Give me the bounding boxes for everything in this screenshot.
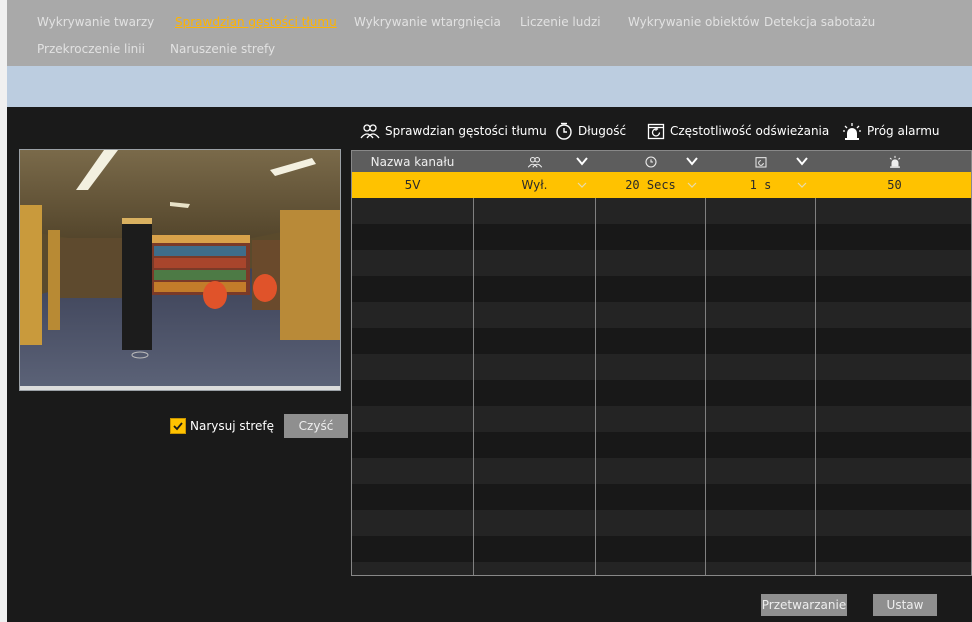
cell-crowd-select[interactable]: Wył. [474, 172, 595, 198]
camera-frame-image [20, 150, 340, 390]
header-channel-name: Nazwa kanału [370, 154, 455, 169]
table-row [352, 484, 971, 510]
table-row [352, 354, 971, 380]
set-button[interactable]: Ustaw [873, 594, 937, 616]
refresh-icon [755, 156, 766, 167]
column-divider [705, 151, 706, 575]
legend-alarm: Próg alarmu [842, 121, 940, 141]
cell-duration-value: 20 Secs [625, 178, 676, 192]
checkmark-icon [173, 422, 183, 431]
alarm-light-icon [889, 155, 900, 168]
clear-button[interactable]: Czyść [284, 414, 348, 438]
table-row [352, 432, 971, 458]
detection-tab-bar: Wykrywanie twarzy Sprawdzian gęstości tł… [7, 0, 972, 66]
alarm-light-icon [843, 123, 861, 140]
chevron-down-icon[interactable] [575, 154, 589, 168]
tab-intrusion-detection[interactable]: Wykrywanie wtargnięcia [354, 15, 501, 29]
tab-face-detection[interactable]: Wykrywanie twarzy [37, 15, 154, 29]
tab-zone-violation[interactable]: Naruszenie strefy [170, 42, 275, 56]
chevron-down-icon [797, 182, 807, 188]
header-alarm [816, 151, 971, 172]
timer-icon [556, 122, 572, 140]
column-divider [473, 151, 474, 575]
table-row [352, 276, 971, 302]
draw-zone-checkbox[interactable] [170, 418, 186, 434]
header-crowd[interactable] [474, 151, 595, 172]
cell-refresh-select[interactable]: 1 s [706, 172, 815, 198]
column-divider [595, 151, 596, 575]
chevron-down-icon [687, 182, 697, 188]
tab-tamper-detection[interactable]: Detekcja sabotażu [764, 15, 875, 29]
timer-icon [644, 155, 657, 168]
legend-crowd: Sprawdzian gęstości tłumu [360, 121, 547, 141]
tab-people-counting[interactable]: Liczenie ludzi [520, 15, 601, 29]
header-refresh[interactable] [706, 151, 815, 172]
table-row [352, 198, 971, 224]
table-row [352, 510, 971, 536]
legend-crowd-label: Sprawdzian gęstości tłumu [385, 124, 547, 138]
table-row [352, 406, 971, 432]
info-bar [7, 66, 972, 107]
table-row [352, 380, 971, 406]
process-button[interactable]: Przetwarzanie [761, 594, 847, 616]
cell-crowd-value: Wył. [521, 178, 548, 192]
cell-refresh-value: 1 s [749, 178, 772, 192]
channel-table: Nazwa kanału 5V Wył. 20 Secs 1 s 50 [351, 150, 972, 576]
legend-alarm-label: Próg alarmu [867, 124, 940, 138]
tab-object-detection[interactable]: Wykrywanie obiektów [628, 15, 760, 29]
cell-alarm-threshold[interactable]: 50 [816, 172, 971, 198]
camera-preview[interactable] [19, 149, 341, 391]
table-row [352, 250, 971, 276]
draw-zone-label: Narysuj strefę [190, 419, 274, 433]
tab-crowd-density[interactable]: Sprawdzian gęstości tłumu [175, 15, 337, 29]
refresh-icon [647, 123, 665, 140]
cell-channel-name: 5V [404, 178, 421, 192]
table-row [352, 562, 971, 575]
legend-refresh: Częstotliwość odświeżania [647, 121, 829, 141]
table-header: Nazwa kanału [352, 151, 971, 172]
people-icon [360, 124, 380, 139]
table-row [352, 302, 971, 328]
legend-refresh-label: Częstotliwość odświeżania [670, 124, 830, 138]
chevron-down-icon[interactable] [795, 154, 809, 168]
table-row-selected[interactable]: 5V Wył. 20 Secs 1 s 50 [352, 172, 971, 198]
table-row [352, 328, 971, 354]
table-row [352, 458, 971, 484]
column-divider [815, 151, 816, 575]
cell-duration-select[interactable]: 20 Secs [596, 172, 705, 198]
tab-line-crossing[interactable]: Przekroczenie linii [37, 42, 145, 56]
chevron-down-icon[interactable] [685, 154, 699, 168]
draw-zone-row: Narysuj strefę Czyść [170, 414, 348, 438]
table-row [352, 536, 971, 562]
table-row [352, 224, 971, 250]
chevron-down-icon [577, 182, 587, 188]
legend-duration: Długość [555, 121, 626, 141]
people-icon [527, 156, 542, 168]
header-duration[interactable] [596, 151, 705, 172]
legend-duration-label: Długość [578, 124, 627, 138]
